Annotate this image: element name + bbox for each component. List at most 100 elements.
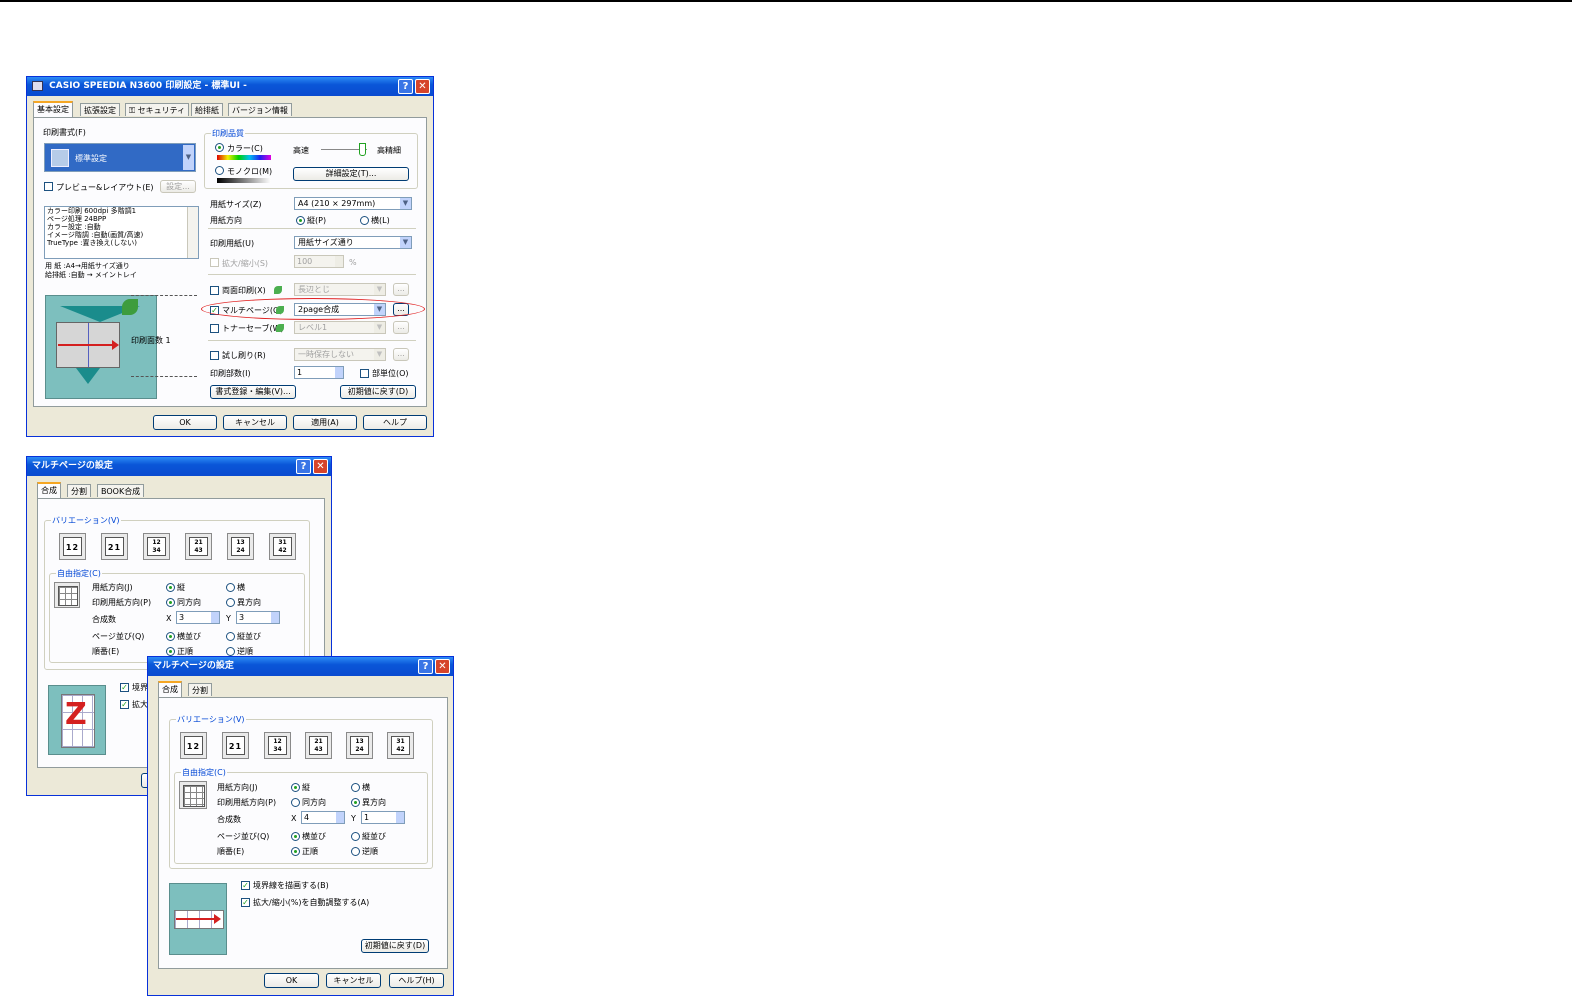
toner-checkbox[interactable] bbox=[210, 324, 219, 333]
x-spinner[interactable]: 3 bbox=[176, 611, 220, 624]
ok-button[interactable]: OK bbox=[264, 973, 319, 988]
tab-combine[interactable]: 合成 bbox=[37, 482, 61, 498]
diff-dir-radio[interactable] bbox=[226, 598, 235, 607]
same-dir-radio[interactable] bbox=[291, 798, 300, 807]
duplex-select[interactable]: 長辺とじ ▼ bbox=[294, 283, 386, 296]
chevron-down-icon[interactable]: ▼ bbox=[374, 322, 385, 333]
variation-button[interactable]: 12 34 bbox=[143, 533, 170, 560]
forward-radio[interactable] bbox=[166, 647, 175, 656]
tab-extended[interactable]: 拡張設定 bbox=[80, 103, 120, 116]
spin-arrows-icon[interactable] bbox=[271, 612, 279, 623]
y-spinner[interactable]: 3 bbox=[236, 611, 280, 624]
tab-paper-feed[interactable]: 給排紙 bbox=[191, 103, 223, 116]
chevron-down-icon[interactable]: ▼ bbox=[183, 145, 194, 170]
diff-dir-radio[interactable] bbox=[351, 798, 360, 807]
help-icon[interactable]: ? bbox=[418, 659, 433, 674]
duplex-checkbox[interactable] bbox=[210, 286, 219, 295]
x-spinner[interactable]: 4 bbox=[301, 811, 345, 824]
toner-more-button[interactable]: ... bbox=[393, 321, 409, 334]
window-titlebar[interactable]: CASIO SPEEDIA N3600 印刷設定 - 標準UI - ? ✕ bbox=[27, 77, 433, 96]
restore-default-button[interactable]: 初期値に戻す(D) bbox=[361, 939, 429, 953]
variation-button[interactable]: 31 42 bbox=[387, 732, 414, 759]
restore-default-button[interactable]: 初期値に戻す(D) bbox=[340, 385, 416, 399]
detail-settings-button[interactable]: 詳細設定(T)... bbox=[293, 167, 409, 181]
variation-button[interactable]: 21 bbox=[101, 533, 128, 560]
spin-arrows-icon[interactable] bbox=[336, 812, 344, 823]
tab-split[interactable]: 分割 bbox=[188, 683, 212, 696]
variation-button[interactable]: 31 42 bbox=[269, 533, 296, 560]
mono-radio[interactable] bbox=[215, 166, 224, 175]
toner-select[interactable]: レベル1 ▼ bbox=[294, 321, 386, 334]
close-icon[interactable]: ✕ bbox=[313, 459, 328, 474]
spin-arrows-icon[interactable] bbox=[211, 612, 219, 623]
help-button[interactable]: ヘルプ bbox=[363, 415, 427, 430]
horizontal-radio[interactable] bbox=[166, 632, 175, 641]
print-format-select[interactable]: 標準設定 ▼ bbox=[44, 143, 196, 172]
close-icon[interactable]: ✕ bbox=[435, 659, 450, 674]
paper-size-select[interactable]: A4 (210 × 297mm) ▼ bbox=[294, 197, 412, 210]
forward-radio[interactable] bbox=[291, 847, 300, 856]
format-register-button[interactable]: 書式登録・編集(V)... bbox=[210, 385, 296, 399]
chevron-down-icon[interactable]: ▼ bbox=[400, 198, 411, 209]
tate-radio[interactable] bbox=[166, 583, 175, 592]
window-titlebar[interactable]: マルチページの設定 ? ✕ bbox=[148, 657, 453, 676]
grid-icon[interactable] bbox=[54, 582, 80, 608]
border-checkbox[interactable]: ✓ bbox=[120, 683, 129, 692]
same-dir-radio[interactable] bbox=[166, 598, 175, 607]
reverse-radio[interactable] bbox=[351, 847, 360, 856]
horizontal-radio[interactable] bbox=[291, 832, 300, 841]
variation-button[interactable]: 12 bbox=[59, 533, 86, 560]
zoom-spinner[interactable]: 100 bbox=[294, 255, 344, 268]
collate-checkbox[interactable] bbox=[360, 369, 369, 378]
tate-radio[interactable] bbox=[291, 783, 300, 792]
border-checkbox[interactable]: ✓ bbox=[241, 881, 250, 890]
cancel-button[interactable]: キャンセル bbox=[223, 415, 287, 430]
tab-book[interactable]: BOOK合成 bbox=[97, 484, 145, 497]
chevron-down-icon[interactable]: ▼ bbox=[400, 237, 411, 248]
preview-layout-checkbox[interactable] bbox=[44, 182, 53, 191]
copies-spinner[interactable]: 1 bbox=[294, 366, 344, 379]
ok-button[interactable]: OK bbox=[153, 415, 217, 430]
variation-button[interactable]: 21 bbox=[222, 732, 249, 759]
zoom-checkbox[interactable] bbox=[210, 258, 219, 267]
variation-button[interactable]: 21 43 bbox=[185, 533, 212, 560]
spin-arrows-icon[interactable] bbox=[335, 256, 343, 267]
spin-arrows-icon[interactable] bbox=[396, 812, 404, 823]
portrait-radio[interactable] bbox=[296, 216, 305, 225]
setting-button[interactable]: 設定... bbox=[160, 180, 196, 193]
tab-combine[interactable]: 合成 bbox=[158, 681, 182, 697]
y-spinner[interactable]: 1 bbox=[361, 811, 405, 824]
quality-slider-thumb[interactable] bbox=[359, 143, 366, 156]
spin-arrows-icon[interactable] bbox=[335, 367, 343, 378]
variation-button[interactable]: 13 24 bbox=[346, 732, 373, 759]
yoko-radio[interactable] bbox=[226, 583, 235, 592]
trial-more-button[interactable]: ... bbox=[393, 348, 409, 361]
variation-button[interactable]: 13 24 bbox=[227, 533, 254, 560]
tab-split[interactable]: 分割 bbox=[67, 484, 91, 497]
help-icon[interactable]: ? bbox=[296, 459, 311, 474]
vertical-radio[interactable] bbox=[351, 832, 360, 841]
apply-button[interactable]: 適用(A) bbox=[293, 415, 357, 430]
close-icon[interactable]: ✕ bbox=[415, 79, 430, 94]
variation-button[interactable]: 12 bbox=[180, 732, 207, 759]
trial-print-checkbox[interactable] bbox=[210, 351, 219, 360]
chevron-down-icon[interactable]: ▼ bbox=[374, 284, 385, 295]
trial-print-select[interactable]: 一時保存しない ▼ bbox=[294, 348, 386, 361]
reverse-radio[interactable] bbox=[226, 647, 235, 656]
vertical-radio[interactable] bbox=[226, 632, 235, 641]
window-titlebar[interactable]: マルチページの設定 ? ✕ bbox=[27, 457, 331, 476]
yoko-radio[interactable] bbox=[351, 783, 360, 792]
landscape-radio[interactable] bbox=[360, 216, 369, 225]
tab-security[interactable]: ⚿ セキュリティ bbox=[125, 103, 190, 116]
variation-button[interactable]: 21 43 bbox=[305, 732, 332, 759]
info-scrollbar[interactable] bbox=[187, 207, 198, 258]
zoom-checkbox[interactable]: ✓ bbox=[120, 700, 129, 709]
help-button[interactable]: ヘルプ(H) bbox=[389, 973, 444, 988]
cancel-button[interactable]: キャンセル bbox=[326, 973, 381, 988]
tab-basic[interactable]: 基本設定 bbox=[33, 101, 73, 117]
help-icon[interactable]: ? bbox=[398, 79, 413, 94]
color-radio[interactable] bbox=[215, 143, 224, 152]
variation-button[interactable]: 12 34 bbox=[264, 732, 291, 759]
print-paper-select[interactable]: 用紙サイズ通り ▼ bbox=[294, 236, 412, 249]
tab-version[interactable]: バージョン情報 bbox=[228, 103, 292, 116]
